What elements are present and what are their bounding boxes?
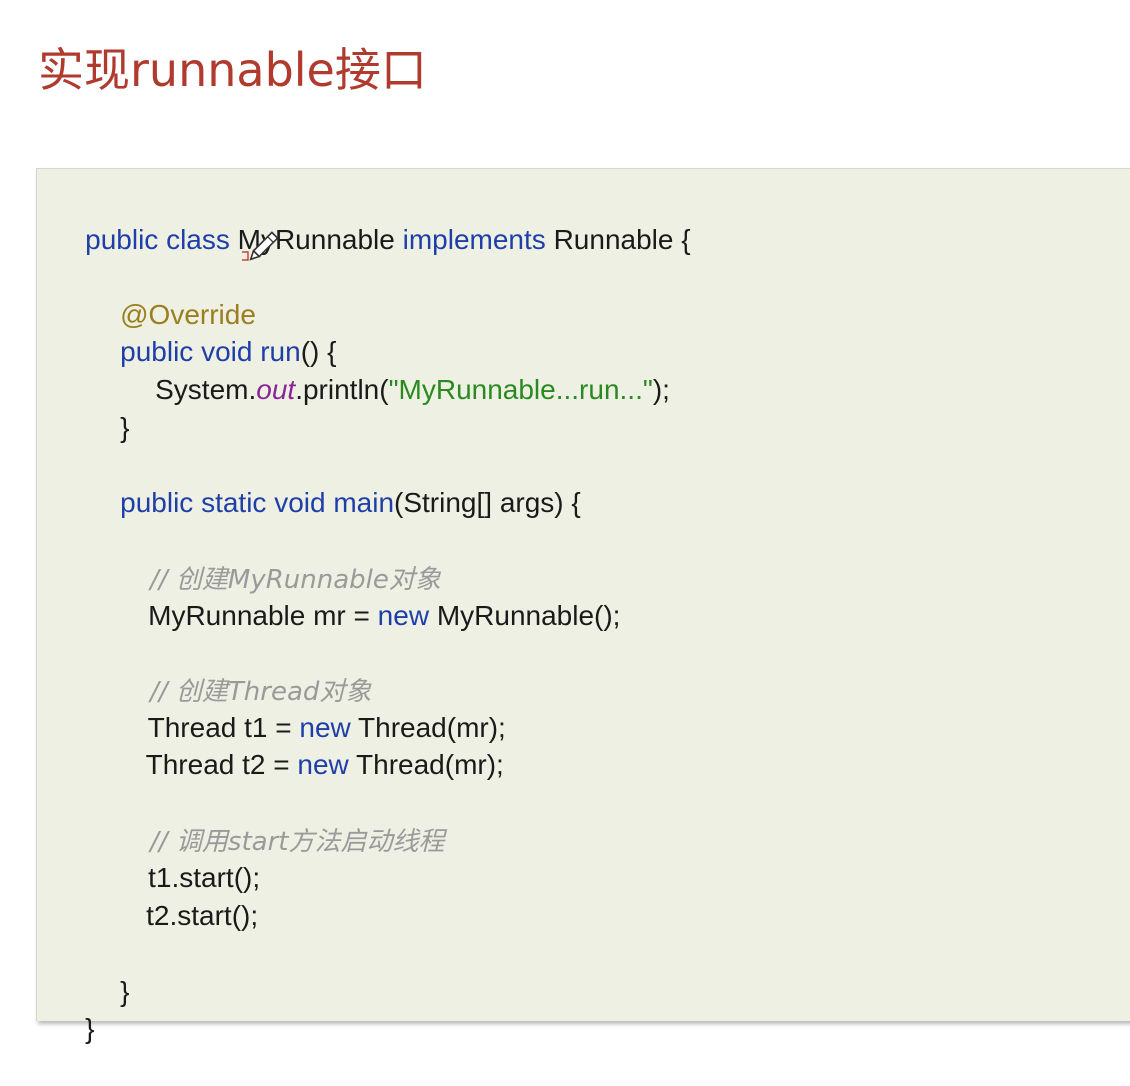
code-keyword: implements xyxy=(402,224,546,255)
code-method-name: main xyxy=(325,487,395,518)
code-line-annotation: @Override xyxy=(89,258,256,330)
code-line-main-close: } xyxy=(89,935,129,1007)
code-keyword: new xyxy=(297,749,349,780)
code-line-t2-start: t2.start(); xyxy=(115,859,258,931)
code-keyword: new xyxy=(377,600,430,631)
code-text: Thread(mr); xyxy=(348,749,504,780)
code-brace: } xyxy=(120,412,130,443)
code-keyword: public static void xyxy=(120,487,326,518)
code-keyword: public class xyxy=(85,224,230,255)
code-text: MyRunnable(); xyxy=(429,600,621,631)
code-line-new-thread-t1: Thread t1 = new Thread(mr); xyxy=(117,671,506,743)
slide-title: 实现runnable接口 xyxy=(38,43,427,97)
code-string: "MyRunnable...run..." xyxy=(388,374,653,405)
pencil-cursor-icon xyxy=(242,231,279,261)
code-static-field: out xyxy=(256,374,296,405)
code-comment-create-runnable: // 创建MyRunnable对象 xyxy=(119,522,441,595)
code-comment-create-thread: // 创建Thread对象 xyxy=(119,634,371,707)
code-line-println: System.out.println("MyRunnable...run..."… xyxy=(124,333,670,405)
code-line-new-thread-t2: Thread t2 = new Thread(mr); xyxy=(115,708,504,780)
code-text: ); xyxy=(652,374,670,405)
code-text: t2.start(); xyxy=(146,900,259,931)
code-line-new-runnable: MyRunnable mr = new MyRunnable(); xyxy=(117,559,620,631)
code-text: .println( xyxy=(295,374,389,405)
code-line-t1-start: t1.start(); xyxy=(117,821,260,893)
code-text: System. xyxy=(155,374,257,405)
code-line-class-close: } xyxy=(54,972,94,1044)
code-line-class-declaration: public class MyRunnable implements Runna… xyxy=(54,183,690,255)
code-line-run-signature: public void run() { xyxy=(89,295,336,367)
code-text: Thread t2 = xyxy=(145,749,298,780)
code-brace: } xyxy=(85,1013,95,1044)
code-text: Runnable { xyxy=(545,224,691,255)
code-brace: } xyxy=(120,976,130,1007)
code-text: (String[] args) { xyxy=(394,487,581,518)
code-line-main-signature: public static void main(String[] args) { xyxy=(89,446,581,518)
code-comment-call-start: // 调用start方法启动线程 xyxy=(119,784,444,857)
code-text: MyRunnable mr = xyxy=(148,600,378,631)
code-panel: public class MyRunnable implements Runna… xyxy=(36,168,1130,1044)
code-line-run-close: } xyxy=(89,371,129,443)
